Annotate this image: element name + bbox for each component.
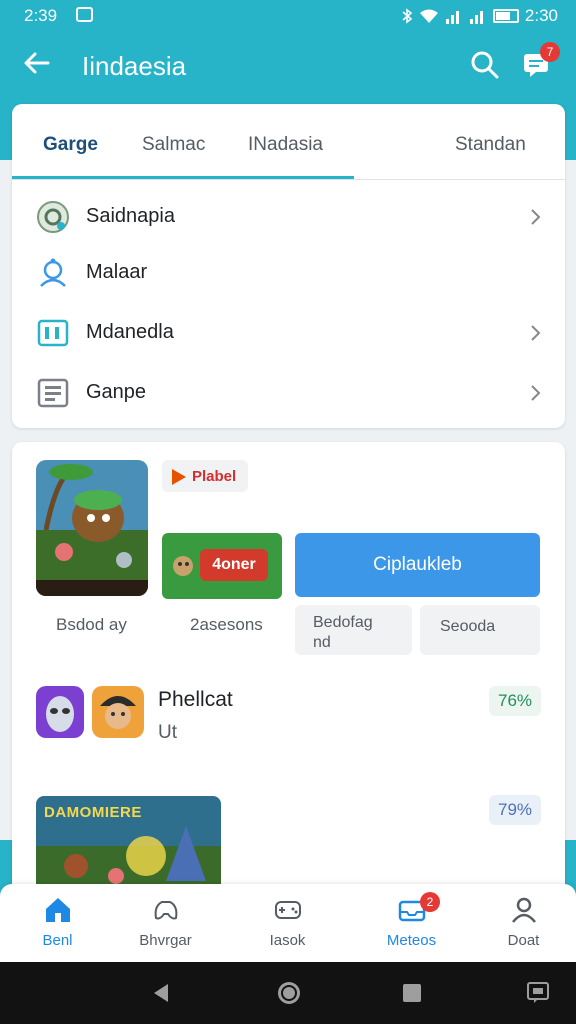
nav-item-home[interactable]: Benl bbox=[0, 884, 115, 962]
nav-label: Benl bbox=[42, 932, 73, 949]
back-arrow-icon[interactable] bbox=[22, 48, 52, 78]
battery-icon bbox=[492, 9, 519, 23]
game-artwork-image bbox=[36, 460, 148, 596]
menu-row-ganpe[interactable]: Ganpe bbox=[12, 364, 565, 422]
avatar[interactable] bbox=[92, 686, 144, 738]
promo-tile[interactable]: 4oner bbox=[162, 533, 282, 599]
app-bar: Iindaesia 7 bbox=[0, 34, 576, 98]
tab-salmac[interactable]: Salmac bbox=[142, 134, 205, 156]
nav-label: Doat bbox=[507, 932, 540, 949]
menu-row-label: Malaar bbox=[86, 261, 148, 283]
document-icon bbox=[37, 378, 69, 408]
chip-a-line1: Bedofag bbox=[313, 614, 373, 631]
controller-icon bbox=[275, 901, 301, 919]
option-chip-a[interactable]: Bedofag nd bbox=[295, 605, 412, 655]
recents-square-icon[interactable] bbox=[402, 983, 422, 1003]
play-chip-label: Plabel bbox=[192, 468, 237, 485]
bottom-navigation: Benl Bhvrgar Iasok 2 Meteos Doat bbox=[0, 884, 576, 962]
notifications-button[interactable]: 7 bbox=[522, 42, 560, 78]
system-navigation-bar bbox=[0, 962, 576, 1024]
menu-card: Garge Salmac INadasia Standan Saidnapia … bbox=[12, 104, 565, 428]
chevron-right-icon bbox=[531, 209, 541, 225]
banner-title: DAMOMIERE bbox=[44, 804, 142, 821]
keyboard-switch-icon[interactable] bbox=[526, 980, 550, 1004]
caption-middle: 2asesons bbox=[190, 615, 263, 634]
page-title: Iindaesia bbox=[82, 51, 187, 81]
play-icon bbox=[172, 469, 186, 485]
home-icon bbox=[46, 898, 70, 922]
play-chip[interactable]: Plabel bbox=[162, 460, 248, 492]
avatar-character-image bbox=[92, 686, 144, 738]
avatar[interactable] bbox=[36, 686, 84, 738]
option-chip-b[interactable]: Seooda bbox=[420, 605, 540, 655]
settings-circle-icon bbox=[37, 201, 69, 233]
profile-icon bbox=[512, 897, 536, 923]
status-bar: 2:39 2:30 bbox=[0, 0, 576, 34]
menu-row-mdanedla[interactable]: Mdanedla bbox=[12, 304, 565, 362]
bluetooth-icon bbox=[402, 8, 413, 24]
game-thumbnail[interactable] bbox=[36, 460, 148, 596]
game-card: Plabel 4oner Ciplaukleb Bsdod ay 2aseson… bbox=[12, 442, 565, 902]
menu-row-saidnapia[interactable]: Saidnapia bbox=[12, 188, 565, 246]
status-icons: 2:30 bbox=[401, 6, 558, 26]
search-icon[interactable] bbox=[470, 50, 500, 80]
media-icon bbox=[37, 319, 69, 347]
tab-garge[interactable]: Garge bbox=[43, 134, 98, 156]
nav-item-meteos[interactable]: 2 Meteos bbox=[354, 884, 469, 962]
nav-label: Iasok bbox=[269, 932, 306, 949]
gallery-icon bbox=[76, 7, 93, 22]
nav-item-bhvrgar[interactable]: Bhvrgar bbox=[108, 884, 223, 962]
chevron-right-icon bbox=[531, 325, 541, 341]
percent-badge: 76% bbox=[489, 686, 541, 716]
menu-row-label: Mdanedla bbox=[86, 321, 174, 343]
percent-badge: 79% bbox=[489, 795, 541, 825]
tab-bar: Garge Salmac INadasia Standan bbox=[12, 104, 565, 180]
avatar-mask-image bbox=[36, 686, 84, 738]
home-circle-icon[interactable] bbox=[276, 980, 302, 1006]
menu-row-label: Ganpe bbox=[86, 381, 147, 403]
chevron-right-icon bbox=[531, 385, 541, 401]
notification-badge: 7 bbox=[540, 42, 560, 62]
tab-inadasia[interactable]: INadasia bbox=[248, 134, 323, 156]
caption-left: Bsdod ay bbox=[56, 615, 127, 634]
wifi-icon bbox=[419, 9, 438, 23]
signal-icon-2 bbox=[469, 11, 483, 24]
nav-item-iasok[interactable]: Iasok bbox=[230, 884, 345, 962]
entry-title: Phellcat bbox=[158, 688, 233, 711]
nav-label: Meteos bbox=[386, 932, 437, 949]
chip-a-line2: nd bbox=[313, 634, 331, 651]
map-pin-icon bbox=[40, 258, 66, 287]
nav-item-doat[interactable]: Doat bbox=[466, 884, 576, 962]
menu-row-label: Saidnapia bbox=[86, 205, 175, 227]
status-time-right: 2:30 bbox=[524, 6, 558, 25]
status-time: 2:39 bbox=[24, 6, 58, 25]
tab-standan[interactable]: Standan bbox=[455, 134, 526, 156]
game-controller-icon bbox=[154, 901, 178, 920]
primary-action-button[interactable]: Ciplaukleb bbox=[295, 533, 540, 597]
entry-subtitle: Ut bbox=[158, 722, 177, 743]
nav-badge: 2 bbox=[420, 892, 440, 912]
menu-row-malaar[interactable]: Malaar bbox=[12, 244, 565, 302]
promo-button: 4oner bbox=[200, 549, 268, 581]
back-triangle-icon[interactable] bbox=[150, 982, 172, 1004]
nav-label: Bhvrgar bbox=[139, 932, 192, 949]
signal-icon bbox=[445, 11, 459, 24]
creature-icon bbox=[173, 556, 193, 576]
tab-indicator bbox=[12, 176, 354, 179]
